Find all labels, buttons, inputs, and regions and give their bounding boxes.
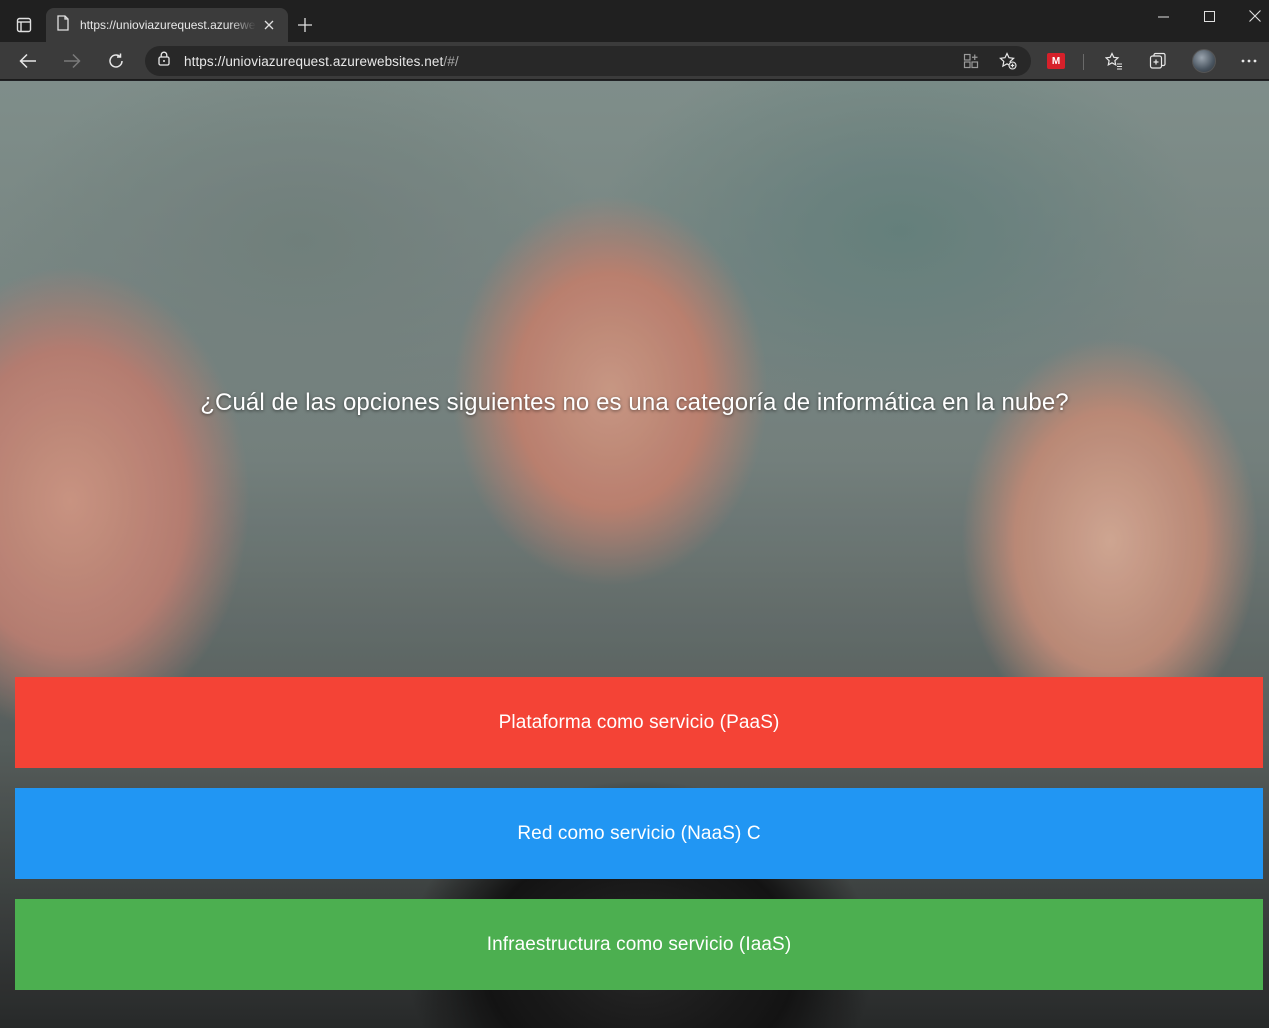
minimize-icon[interactable] bbox=[1140, 0, 1186, 32]
close-window-icon[interactable] bbox=[1232, 0, 1269, 32]
answer-button-naas[interactable]: Red como servicio (NaaS) C bbox=[15, 788, 1263, 879]
extension-icon[interactable]: M bbox=[1041, 46, 1071, 76]
lock-icon[interactable] bbox=[158, 51, 170, 71]
app-available-icon[interactable] bbox=[960, 50, 982, 72]
forward-icon[interactable] bbox=[57, 46, 87, 76]
extension-badge: M bbox=[1047, 53, 1065, 69]
page-viewport: ¿Cuál de las opciones siguientes no es u… bbox=[0, 81, 1269, 1028]
answer-label: Red como servicio (NaaS) C bbox=[517, 822, 761, 844]
tab-title: https://unioviazurequest.azurewebsites.n… bbox=[80, 18, 256, 32]
answer-label: Infraestructura como servicio (IaaS) bbox=[486, 933, 792, 955]
answer-label: Plataforma como servicio (PaaS) bbox=[498, 711, 780, 733]
more-options-icon[interactable] bbox=[1234, 46, 1264, 76]
add-favorite-icon[interactable] bbox=[997, 50, 1019, 72]
close-tab-icon[interactable] bbox=[260, 16, 278, 34]
back-icon[interactable] bbox=[13, 46, 43, 76]
profile-icon[interactable] bbox=[1189, 46, 1219, 76]
quiz-question: ¿Cuál de las opciones siguientes no es u… bbox=[200, 389, 1069, 416]
browser-tab[interactable]: https://unioviazurequest.azurewebsites.n… bbox=[46, 8, 288, 42]
background-image bbox=[0, 81, 1269, 1028]
url-host: https://unioviazurequest.azurewebsites.n… bbox=[184, 53, 444, 69]
collections-icon[interactable] bbox=[1143, 46, 1173, 76]
maximize-icon[interactable] bbox=[1186, 0, 1232, 32]
tab-actions-icon[interactable] bbox=[9, 10, 39, 40]
toolbar-separator bbox=[1083, 54, 1084, 70]
address-bar[interactable]: https://unioviazurequest.azurewebsites.n… bbox=[145, 46, 1031, 76]
page-icon bbox=[56, 14, 70, 36]
title-bar: https://unioviazurequest.azurewebsites.n… bbox=[0, 0, 1269, 42]
answer-button-paas[interactable]: Plataforma como servicio (PaaS) bbox=[15, 677, 1263, 768]
new-tab-icon[interactable] bbox=[294, 14, 316, 36]
favorites-icon[interactable] bbox=[1099, 46, 1129, 76]
answer-button-iaas[interactable]: Infraestructura como servicio (IaaS) bbox=[15, 899, 1263, 990]
avatar bbox=[1192, 49, 1216, 73]
refresh-icon[interactable] bbox=[101, 46, 131, 76]
url-path: /#/ bbox=[443, 53, 459, 69]
navigation-bar: https://unioviazurequest.azurewebsites.n… bbox=[0, 42, 1269, 80]
url-text[interactable]: https://unioviazurequest.azurewebsites.n… bbox=[184, 54, 459, 69]
